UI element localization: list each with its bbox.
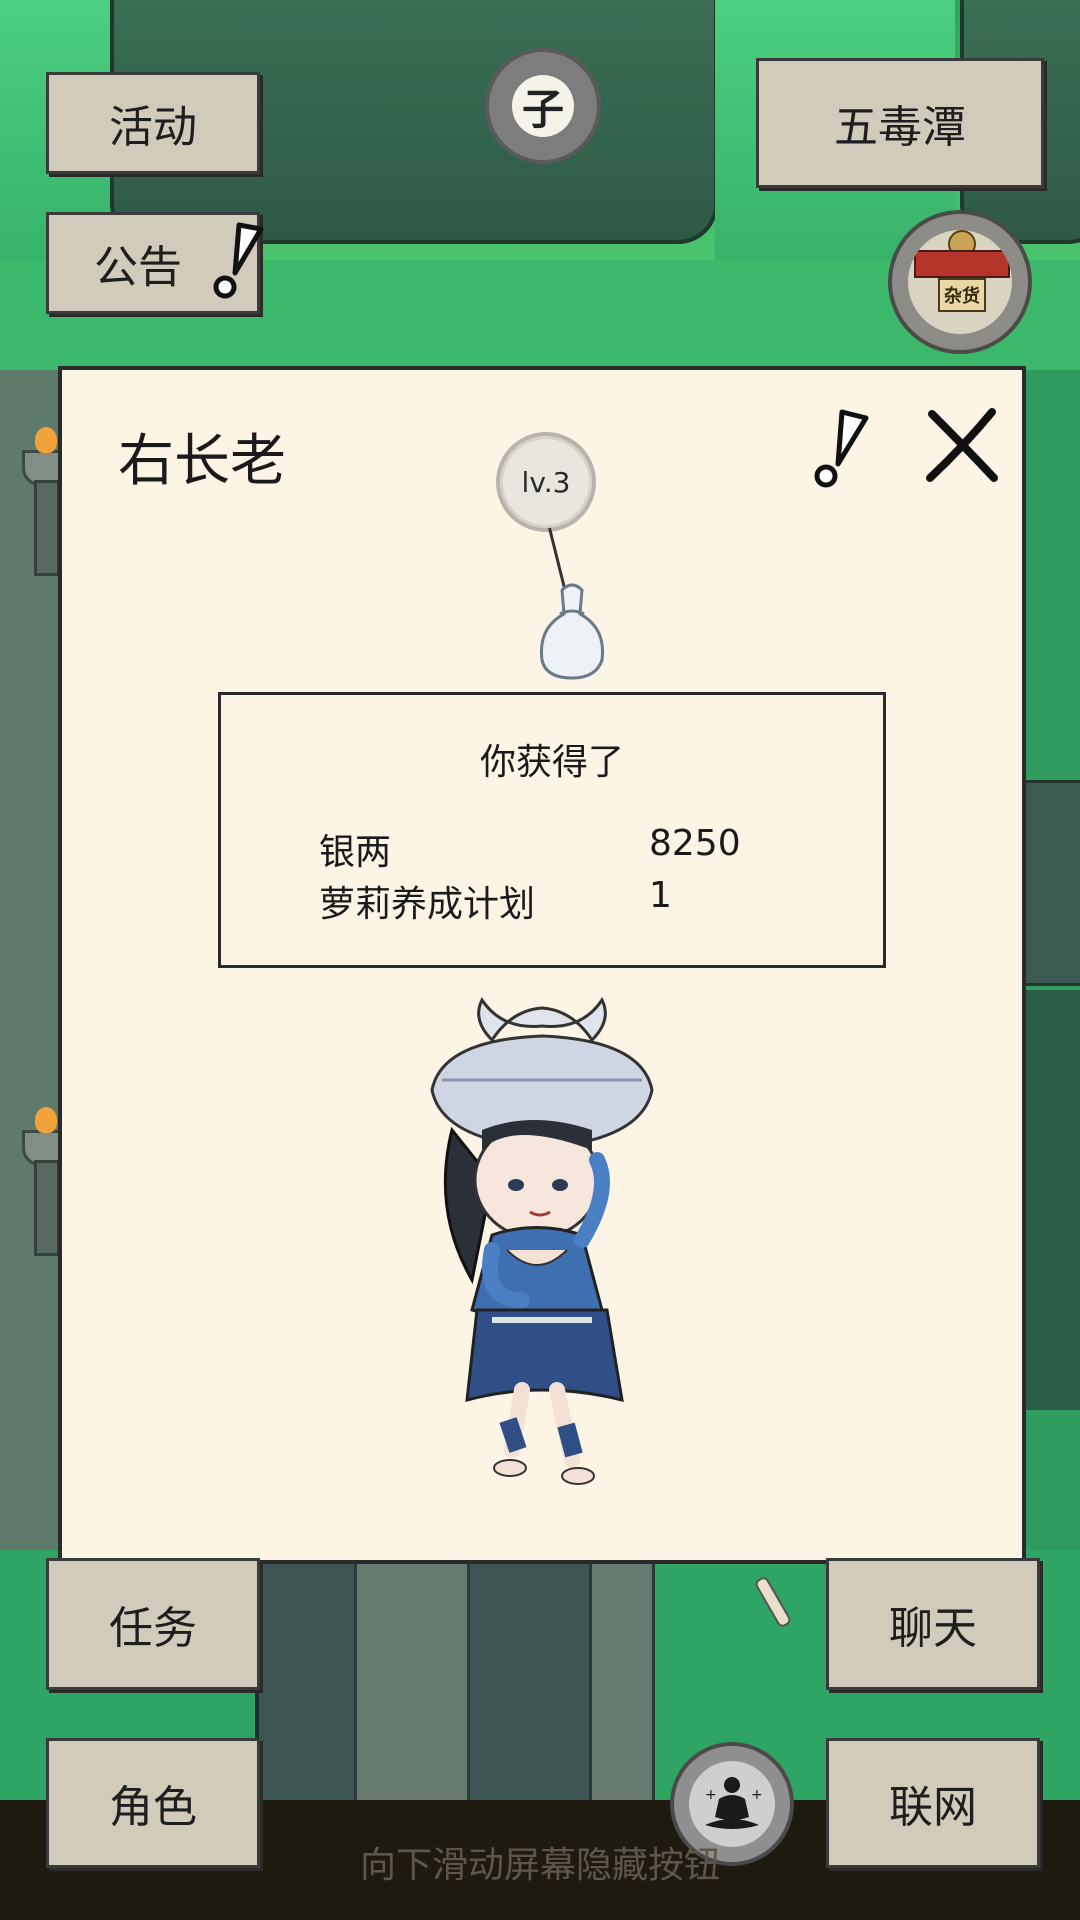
bridge-plank bbox=[589, 1550, 655, 1806]
time-glyph: 子 bbox=[512, 75, 574, 137]
level-badge: lv.3 bbox=[496, 432, 596, 532]
reward-item-quantity: 1 bbox=[649, 875, 672, 916]
notice-button-label: 公告 bbox=[94, 242, 182, 293]
svg-text:+: + bbox=[751, 1787, 763, 1803]
exclamation-icon[interactable] bbox=[810, 408, 870, 488]
reward-item-quantity: 8250 bbox=[649, 823, 741, 864]
activity-button-label: 活动 bbox=[109, 102, 197, 153]
notice-button[interactable]: 公告 bbox=[46, 212, 264, 314]
shop-roof bbox=[914, 250, 1010, 278]
torch-post bbox=[34, 480, 60, 576]
svg-text:+: + bbox=[705, 1787, 717, 1803]
reward-item-name: 萝莉养成计划 bbox=[319, 884, 536, 925]
reward-item-name: 银两 bbox=[319, 832, 392, 873]
shop-sign: 杂货 bbox=[938, 278, 986, 312]
task-button-label: 任务 bbox=[109, 1603, 197, 1654]
npc-character-portrait bbox=[430, 997, 654, 1485]
network-button-label: 联网 bbox=[889, 1782, 977, 1833]
money-pouch-icon bbox=[539, 583, 605, 680]
general-store-icon[interactable]: 杂货 bbox=[888, 210, 1032, 354]
fence bbox=[1020, 990, 1080, 1410]
bridge-plank bbox=[354, 1550, 470, 1806]
exclamation-icon bbox=[213, 222, 264, 299]
chat-button-label: 聊天 bbox=[889, 1603, 977, 1654]
chat-button[interactable]: 聊天 bbox=[826, 1558, 1040, 1690]
scene-left-wall bbox=[0, 370, 72, 1550]
location-button[interactable]: 五毒潭 bbox=[756, 58, 1044, 188]
hide-buttons-hint: 向下滑动屏幕隐藏按钮 bbox=[359, 1845, 720, 1886]
npc-dialog: 右长老 lv.3 你获得了 银两 8250 萝莉养成计划 1 bbox=[58, 366, 1026, 1564]
reward-heading: 你获得了 bbox=[479, 742, 624, 783]
location-name: 五毒潭 bbox=[834, 102, 966, 153]
meditating-figure-icon: + + bbox=[705, 1777, 763, 1829]
fence bbox=[1020, 780, 1080, 986]
time-of-day-icon[interactable]: 子 bbox=[485, 48, 601, 164]
scene-right-wall bbox=[1020, 370, 1080, 1550]
close-icon[interactable] bbox=[924, 406, 1002, 484]
reward-box: 你获得了 银两 8250 萝莉养成计划 1 bbox=[218, 692, 886, 968]
dialog-title: 右长老 bbox=[118, 429, 286, 494]
bridge bbox=[255, 1550, 655, 1806]
role-button-label: 角色 bbox=[109, 1782, 197, 1833]
torch-post bbox=[34, 1160, 60, 1256]
activity-button[interactable]: 活动 bbox=[46, 72, 260, 174]
task-button[interactable]: 任务 bbox=[46, 1558, 260, 1690]
